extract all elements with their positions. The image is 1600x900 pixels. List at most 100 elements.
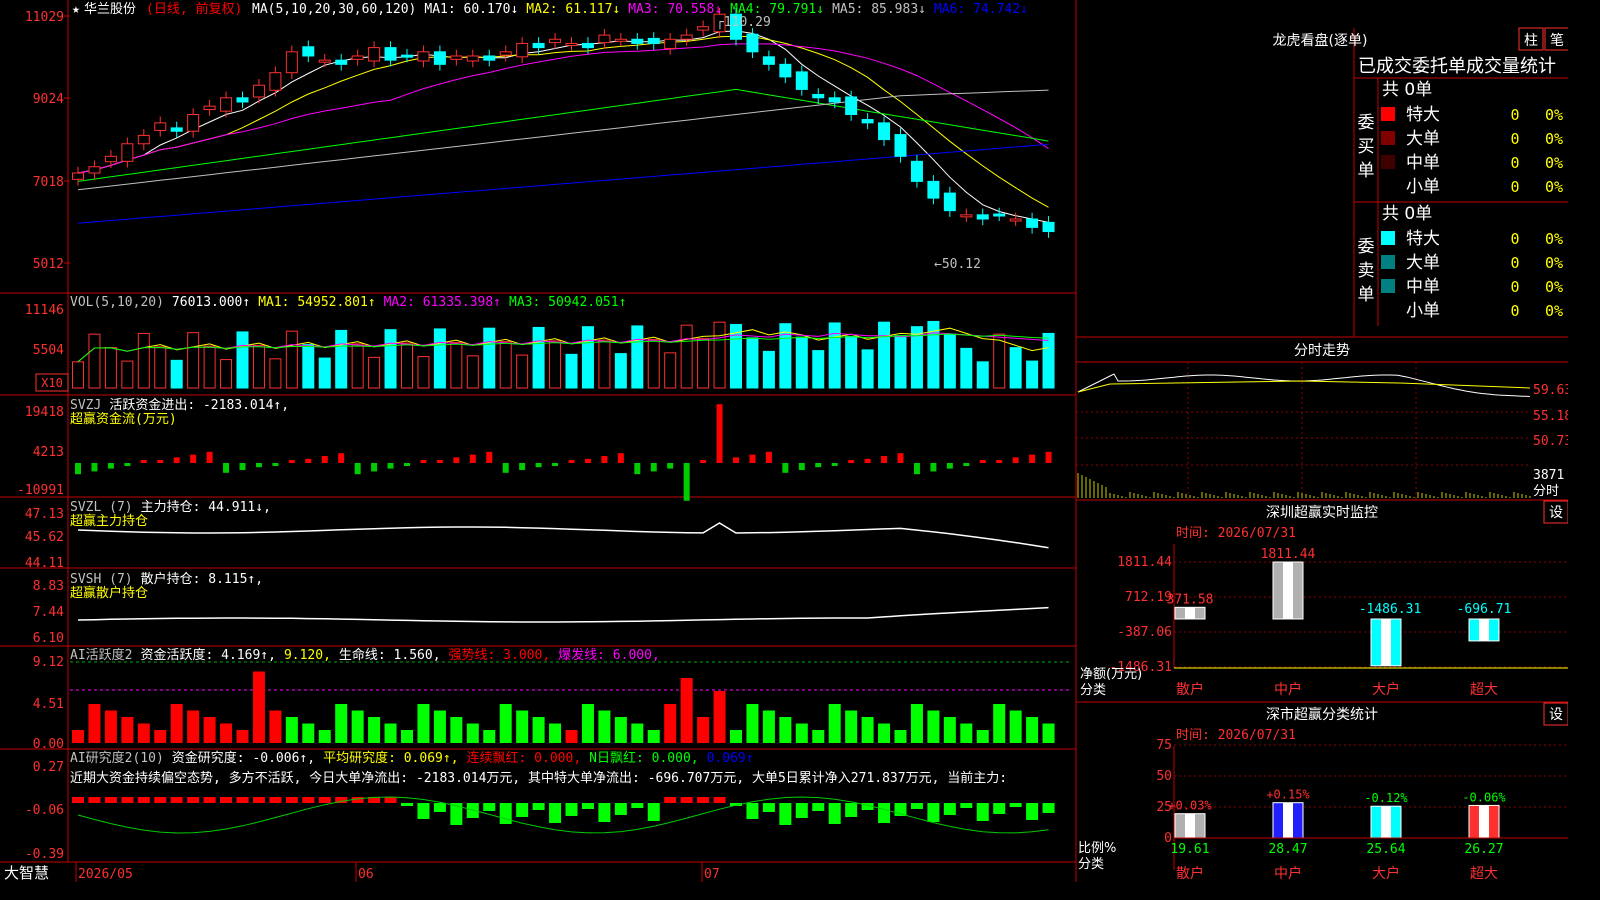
volume-bar bbox=[828, 322, 841, 389]
ai1-bar bbox=[318, 730, 331, 743]
svzj-bar bbox=[552, 463, 559, 466]
volume-bar bbox=[499, 341, 512, 389]
ai1-bar bbox=[845, 710, 858, 743]
vol-tick: 11146 bbox=[25, 303, 64, 318]
stock-name: 华兰股份 bbox=[84, 2, 136, 17]
svzl-line bbox=[77, 522, 1049, 549]
svzj-tick: 4213 bbox=[33, 445, 64, 460]
ai2-bar bbox=[384, 797, 397, 803]
ai1-bar bbox=[614, 717, 627, 743]
ai2-bar bbox=[121, 797, 134, 803]
ai2-tick: -0.39 bbox=[25, 847, 64, 862]
ai2-bar bbox=[203, 797, 216, 803]
fenshi-tick: 55.18 bbox=[1533, 409, 1568, 424]
ai2-bar bbox=[697, 797, 710, 803]
svzj-bar bbox=[354, 463, 361, 475]
volume-bar bbox=[697, 338, 710, 389]
svzj-bar bbox=[634, 463, 641, 475]
candle-body bbox=[598, 34, 611, 44]
ai2-bar bbox=[581, 803, 594, 809]
volume-bar bbox=[878, 321, 891, 389]
volume-bar bbox=[302, 344, 315, 389]
candle-body bbox=[170, 127, 183, 132]
svzj-bar bbox=[535, 463, 542, 468]
ai1-bar bbox=[137, 723, 150, 743]
lhkp-row-value: 0 bbox=[1510, 278, 1519, 296]
candle-body bbox=[516, 42, 529, 58]
candle-body bbox=[697, 26, 710, 31]
svzj-bar bbox=[568, 460, 575, 463]
volume-bar bbox=[401, 342, 413, 389]
szjk-category: 超大 bbox=[1470, 682, 1498, 698]
ma-header-part: MA1: 60.170↓ bbox=[424, 2, 518, 17]
candle-body bbox=[565, 42, 578, 46]
ai1-bar bbox=[466, 723, 479, 743]
volume-bar bbox=[976, 361, 989, 389]
ai1-bar bbox=[88, 704, 101, 743]
ai1-bar bbox=[713, 691, 726, 743]
ai2-bar bbox=[976, 803, 989, 821]
svzj-bar bbox=[91, 463, 98, 472]
svzj-bar bbox=[486, 451, 493, 463]
ai2-bar bbox=[483, 803, 496, 811]
szfl-value: 26.27 bbox=[1464, 842, 1503, 857]
ai2-bar bbox=[713, 797, 726, 803]
ai2-bar bbox=[1042, 803, 1055, 813]
szjk-category: 中户 bbox=[1274, 681, 1302, 698]
high-label: ┌110.29 bbox=[716, 15, 771, 30]
svzj-bar bbox=[190, 454, 197, 463]
lhkp-row-pct: 0% bbox=[1545, 278, 1563, 296]
volume-bar bbox=[647, 338, 660, 389]
szjk-bar-highlight bbox=[1185, 607, 1195, 619]
ai2-bar bbox=[104, 797, 117, 803]
lhkp-row-value: 0 bbox=[1510, 178, 1519, 196]
szjk-bar-highlight bbox=[1283, 562, 1293, 619]
svzj-bar bbox=[979, 460, 986, 463]
ai1-bar bbox=[943, 717, 956, 743]
svzj-bar bbox=[420, 460, 427, 463]
lhkp-row-pct: 0% bbox=[1545, 154, 1563, 172]
candle-body bbox=[762, 56, 775, 65]
svzj-bar bbox=[716, 404, 723, 463]
ai1-tick: 0.00 bbox=[33, 737, 64, 752]
lhkp-row-label: 小单 bbox=[1406, 301, 1440, 321]
ai1-bar bbox=[104, 710, 117, 743]
volume-bar bbox=[368, 356, 381, 389]
svzj-bar bbox=[683, 463, 690, 501]
svzj-bar bbox=[650, 463, 657, 472]
volume-bar bbox=[861, 349, 874, 389]
color-swatch bbox=[1381, 255, 1395, 269]
fenshi-tick: 50.73 bbox=[1533, 434, 1568, 449]
svzl-header-part: SVZL (7) bbox=[70, 500, 133, 515]
lhkp-side-label: 单 bbox=[1358, 285, 1375, 305]
ai1-bar bbox=[664, 704, 677, 743]
volume-bar bbox=[1009, 347, 1022, 389]
fenshi-tick: 3871 bbox=[1533, 468, 1564, 483]
svzj-bar bbox=[338, 453, 345, 463]
szfl-tick: 50 bbox=[1156, 769, 1172, 784]
candle-body bbox=[910, 160, 923, 182]
svzj-bar bbox=[617, 453, 624, 463]
szfl-change: +0.15% bbox=[1266, 788, 1310, 802]
ma-line-2 bbox=[77, 35, 1049, 208]
ai2-bar bbox=[154, 797, 167, 803]
svsh-tick: 7.44 bbox=[33, 605, 64, 620]
price-tick: 7018 bbox=[33, 175, 64, 190]
svzj-bar bbox=[223, 463, 230, 473]
svzl-header: SVZL (7) 主力持仓: 44.911↓, bbox=[70, 500, 271, 515]
svzj-bar bbox=[601, 456, 608, 463]
ai2-bar bbox=[812, 803, 825, 811]
ai2-bar bbox=[72, 797, 84, 803]
szjk-xlabel: 分类 bbox=[1080, 683, 1106, 698]
candle-body bbox=[960, 214, 973, 218]
ai1-bar bbox=[302, 723, 315, 743]
szfl-category: 超大 bbox=[1470, 866, 1498, 882]
ai1-bar bbox=[680, 678, 693, 743]
candle-body bbox=[137, 134, 150, 145]
ai1-bar bbox=[417, 704, 430, 743]
svsh-sub: 超赢散户持仓 bbox=[70, 585, 148, 601]
color-swatch bbox=[1381, 131, 1395, 145]
svzj-bar bbox=[387, 463, 394, 469]
column-button-label: 柱 bbox=[1524, 33, 1538, 49]
fenshi-unit: 分时 bbox=[1533, 484, 1559, 499]
